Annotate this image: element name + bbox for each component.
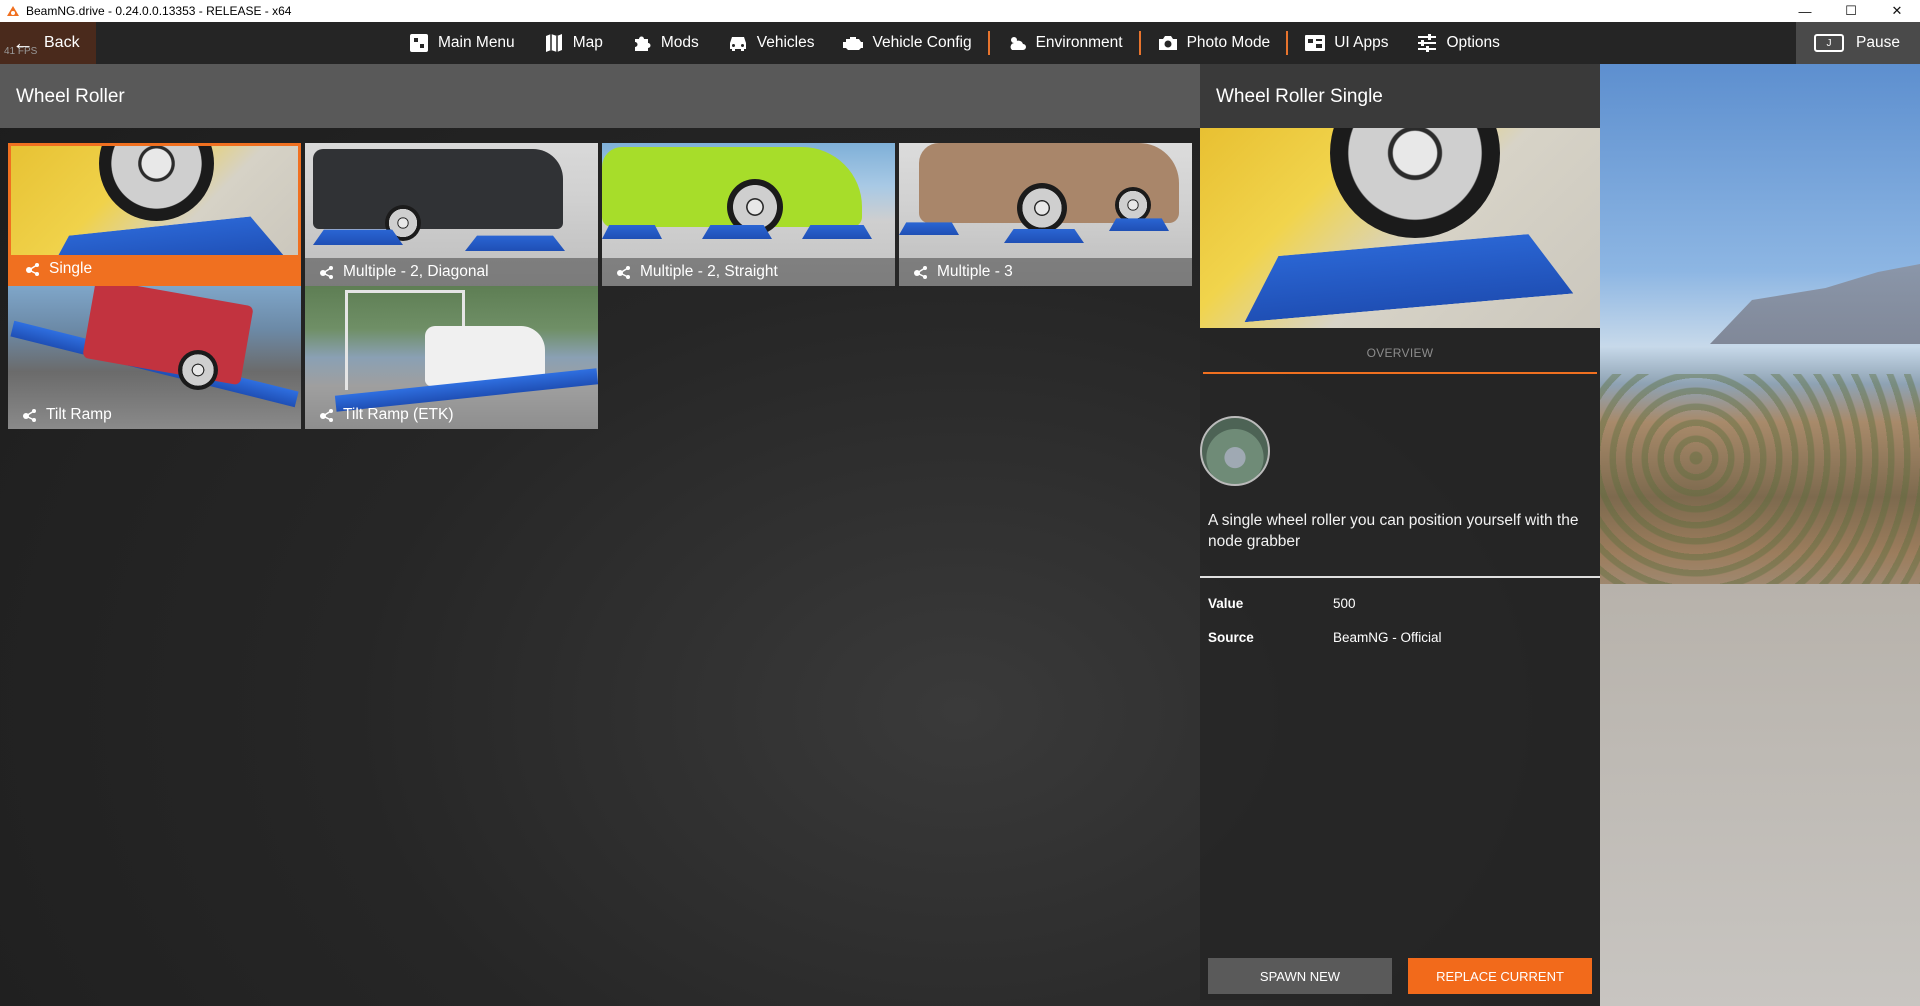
menu-vehicles[interactable]: Vehicles bbox=[713, 22, 829, 64]
config-tile-single[interactable]: Single bbox=[8, 143, 301, 286]
config-label: Multiple - 2, Diagonal bbox=[305, 258, 598, 286]
road-decoration bbox=[1600, 584, 1920, 1006]
spawn-new-button[interactable]: SPAWN NEW bbox=[1208, 958, 1392, 994]
menu-label: Main Menu bbox=[438, 34, 515, 51]
info-value: BeamNG - Official bbox=[1333, 629, 1442, 645]
menu-map[interactable]: Map bbox=[529, 22, 617, 64]
menu-ui-apps[interactable]: UI Apps bbox=[1290, 22, 1402, 64]
pause-button[interactable]: J Pause bbox=[1796, 22, 1920, 64]
menu-main-menu[interactable]: Main Menu bbox=[394, 22, 529, 64]
config-tile-multiple-3[interactable]: Multiple - 3 bbox=[899, 143, 1192, 286]
window-titlebar: BeamNG.drive - 0.24.0.0.13353 - RELEASE … bbox=[0, 0, 1920, 22]
info-row-value: Value 500 bbox=[1208, 586, 1592, 620]
config-label: Multiple - 2, Straight bbox=[602, 258, 895, 286]
main-menu-icon bbox=[410, 34, 428, 52]
config-label-text: Tilt Ramp (ETK) bbox=[343, 406, 454, 423]
panel-title: Wheel Roller bbox=[0, 64, 1200, 128]
car-decoration bbox=[313, 149, 563, 229]
map-icon bbox=[545, 34, 562, 52]
top-menubar: ← Back 41 FPS Main Menu Map Mods Vehicle… bbox=[0, 22, 1920, 64]
wheel-decoration bbox=[99, 146, 214, 221]
fps-counter: 41 FPS bbox=[4, 46, 38, 57]
menu-label: Environment bbox=[1035, 34, 1123, 51]
wheel-decoration bbox=[1017, 183, 1067, 233]
config-label-text: Tilt Ramp bbox=[46, 406, 112, 423]
mesa-decoration bbox=[1710, 264, 1920, 344]
maximize-button[interactable]: ☐ bbox=[1828, 0, 1874, 22]
car-decoration bbox=[82, 286, 254, 386]
game-scene-landscape bbox=[1600, 64, 1920, 1006]
keyboard-key-icon: J bbox=[1814, 34, 1844, 52]
info-key: Value bbox=[1208, 595, 1244, 611]
menu-vehicle-config[interactable]: Vehicle Config bbox=[828, 22, 985, 64]
config-node-icon bbox=[26, 263, 39, 276]
car-icon bbox=[729, 37, 746, 51]
desert-brush-decoration bbox=[1600, 374, 1920, 584]
info-table: Value 500 Source BeamNG - Official bbox=[1208, 586, 1592, 654]
menu-label: Vehicle Config bbox=[872, 34, 972, 51]
menu-separator bbox=[1138, 31, 1141, 55]
menu-label: Options bbox=[1446, 34, 1500, 51]
author-avatar bbox=[1200, 416, 1270, 486]
config-tile-tilt-ramp-etk[interactable]: Tilt Ramp (ETK) bbox=[305, 286, 598, 429]
detail-title: Wheel Roller Single bbox=[1200, 64, 1600, 128]
wheel-decoration bbox=[1115, 187, 1151, 223]
engine-icon bbox=[843, 37, 864, 50]
menu-mods[interactable]: Mods bbox=[617, 22, 713, 64]
menu-separator bbox=[987, 31, 990, 55]
info-key: Source bbox=[1208, 629, 1254, 645]
menu-label: UI Apps bbox=[1334, 34, 1389, 51]
section-divider bbox=[1200, 576, 1600, 578]
back-label: Back bbox=[44, 34, 80, 51]
detail-panel: Wheel Roller Single OVERVIEW A single wh… bbox=[1200, 64, 1600, 1000]
detail-tabs: OVERVIEW bbox=[1200, 334, 1600, 374]
beamng-app-icon bbox=[7, 6, 19, 16]
tab-overview[interactable]: OVERVIEW bbox=[1203, 334, 1597, 374]
config-label-text: Multiple - 2, Straight bbox=[640, 263, 778, 280]
close-button[interactable]: ✕ bbox=[1874, 0, 1920, 22]
pause-label: Pause bbox=[1856, 34, 1900, 51]
menu-environment[interactable]: Environment bbox=[992, 22, 1137, 64]
detail-preview-image bbox=[1200, 128, 1600, 328]
minimize-button[interactable]: — bbox=[1782, 0, 1828, 22]
config-label: Tilt Ramp (ETK) bbox=[305, 401, 598, 429]
config-label: Multiple - 3 bbox=[899, 258, 1192, 286]
config-label: Single bbox=[11, 255, 298, 283]
config-node-icon bbox=[914, 266, 927, 279]
config-tile-multiple-2-diagonal[interactable]: Multiple - 2, Diagonal bbox=[305, 143, 598, 286]
wheel-decoration bbox=[1330, 128, 1500, 238]
main-nav: Main Menu Map Mods Vehicles Vehicle Conf… bbox=[394, 22, 1514, 64]
menu-label: Mods bbox=[660, 34, 699, 51]
window-title: BeamNG.drive - 0.24.0.0.13353 - RELEASE … bbox=[26, 4, 292, 18]
menu-options[interactable]: Options bbox=[1402, 22, 1513, 64]
config-node-icon bbox=[23, 409, 36, 422]
sliders-icon bbox=[1418, 34, 1437, 52]
config-node-icon bbox=[320, 266, 333, 279]
back-button[interactable]: ← Back bbox=[0, 22, 96, 64]
config-label-text: Multiple - 3 bbox=[937, 263, 1013, 280]
menu-separator bbox=[1286, 31, 1289, 55]
weather-icon bbox=[1010, 37, 1026, 50]
puzzle-icon bbox=[634, 36, 651, 51]
config-label-text: Single bbox=[49, 260, 93, 277]
info-value: 500 bbox=[1333, 595, 1356, 611]
menu-photo-mode[interactable]: Photo Mode bbox=[1143, 22, 1285, 64]
config-label: Tilt Ramp bbox=[8, 401, 301, 429]
ramp-decoration bbox=[465, 235, 565, 251]
menu-label: Map bbox=[572, 34, 603, 51]
config-label-text: Multiple - 2, Diagonal bbox=[343, 263, 489, 280]
config-description: A single wheel roller you can position y… bbox=[1208, 512, 1579, 550]
config-node-icon bbox=[320, 409, 333, 422]
wheel-decoration bbox=[178, 350, 218, 390]
config-tile-multiple-2-straight[interactable]: Multiple - 2, Straight bbox=[602, 143, 895, 286]
replace-current-button[interactable]: REPLACE CURRENT bbox=[1408, 958, 1592, 994]
ui-apps-icon bbox=[1305, 35, 1326, 51]
menu-label: Vehicles bbox=[756, 34, 815, 51]
info-row-source: Source BeamNG - Official bbox=[1208, 620, 1592, 654]
menu-label: Photo Mode bbox=[1186, 34, 1271, 51]
config-tile-tilt-ramp[interactable]: Tilt Ramp bbox=[8, 286, 301, 429]
camera-icon bbox=[1158, 36, 1177, 50]
config-node-icon bbox=[617, 266, 630, 279]
